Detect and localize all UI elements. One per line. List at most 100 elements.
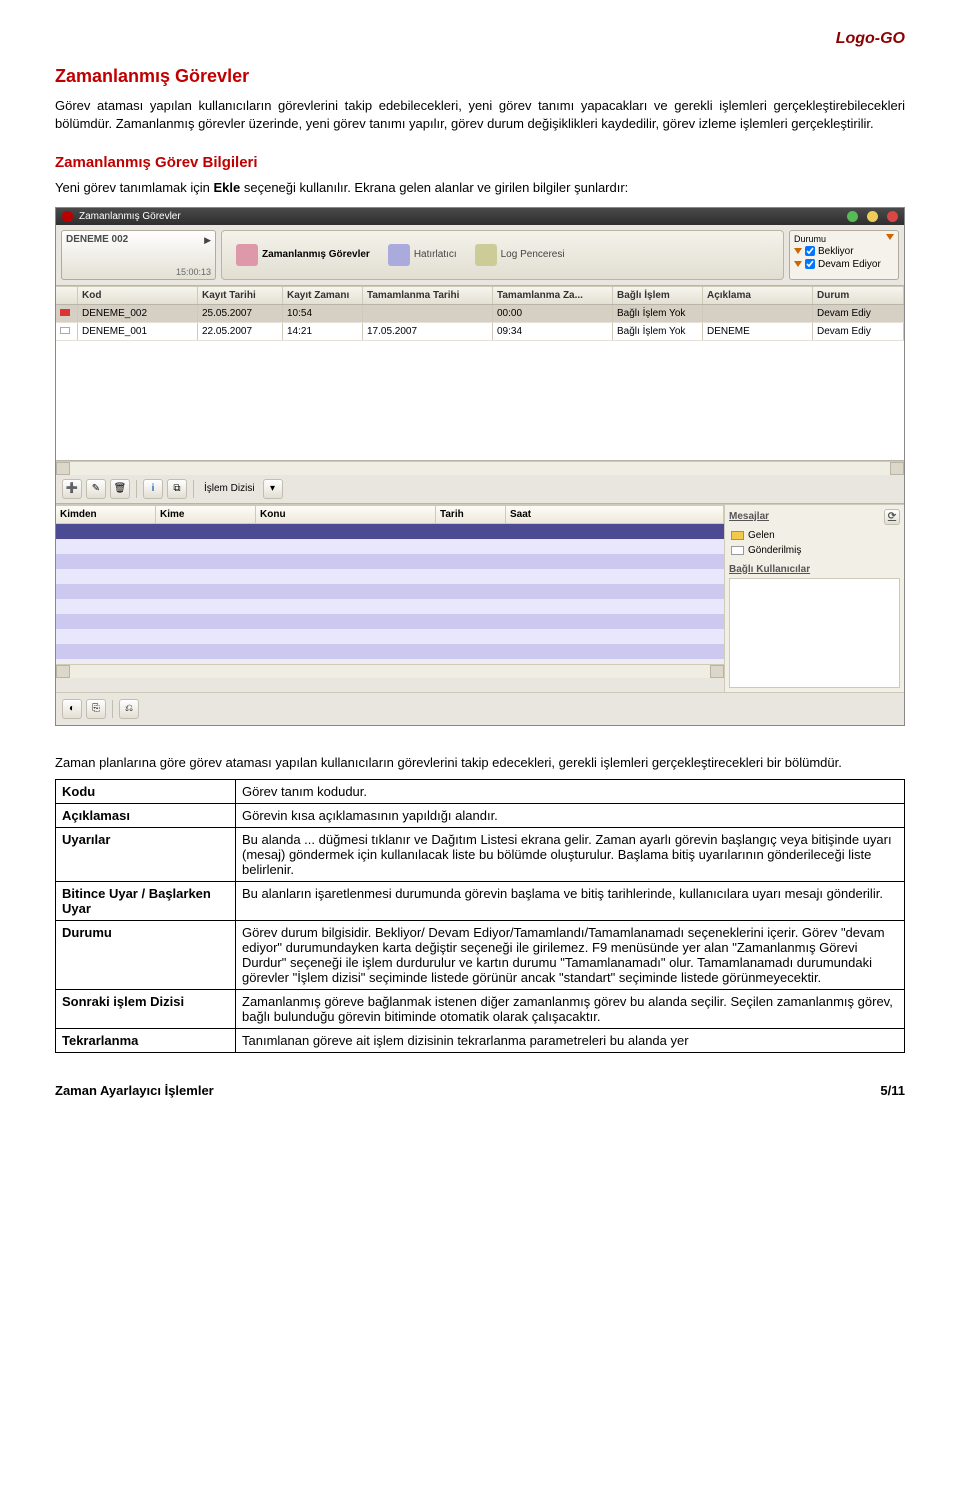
col-tamamlanma-tarihi[interactable]: Tamamlanma Tarihi <box>363 287 493 304</box>
task-card-label: DENEME 002 <box>66 234 211 245</box>
checkbox-label: Devam Ediyor <box>818 259 881 270</box>
status-filter-row[interactable]: Bekliyor <box>794 246 894 257</box>
status-filter-row[interactable]: Devam Ediyor <box>794 259 894 270</box>
col-kime[interactable]: Kime <box>156 506 256 523</box>
action-button[interactable]: ◐ <box>62 699 82 719</box>
action-button[interactable]: ⎌ <box>119 699 139 719</box>
horizontal-scrollbar[interactable] <box>56 664 724 678</box>
col-tamamlanma-zamani[interactable]: Tamamlanma Za... <box>493 287 613 304</box>
cell-kod: DENEME_002 <box>78 305 198 322</box>
inbox-label: Gelen <box>748 530 775 541</box>
table-row: UyarılarBu alanda ... düğmesi tıklanır v… <box>56 828 905 882</box>
checkbox-bekliyor[interactable] <box>805 246 815 256</box>
task-card[interactable]: DENEME 002 ▶ 15:00:13 <box>61 230 216 280</box>
messages-grid-body[interactable] <box>56 524 724 664</box>
field-name: Sonraki işlem Dizisi <box>56 990 236 1029</box>
cell-ac: DENEME <box>703 323 813 340</box>
cell-ac <box>703 305 813 322</box>
status-filter-panel: Durumu Bekliyor Devam Ediyor <box>789 230 899 280</box>
scroll-right-button[interactable] <box>710 665 724 678</box>
scroll-left-button[interactable] <box>56 462 70 475</box>
grid-header: Kod Kayıt Tarihi Kayıt Zamanı Tamamlanma… <box>56 286 904 305</box>
flag-icon <box>60 327 70 334</box>
field-description: Bu alanların işaretlenmesi durumunda gör… <box>236 882 905 921</box>
tab-reminder[interactable]: Hatırlatıcı <box>382 241 463 269</box>
col-kimden[interactable]: Kimden <box>56 506 156 523</box>
col-kayit-tarihi[interactable]: Kayıt Tarihi <box>198 287 283 304</box>
edit-button[interactable]: ✎ <box>86 479 106 499</box>
checkbox-devam[interactable] <box>805 259 815 269</box>
tab-label: Log Penceresi <box>501 249 565 260</box>
cell-tz: 00:00 <box>493 305 613 322</box>
info-button[interactable]: i <box>143 479 163 499</box>
cell-du: Devam Ediy <box>813 323 904 340</box>
tab-scheduled[interactable]: Zamanlanmış Görevler <box>230 241 376 269</box>
sent-label: Gönderilmiş <box>748 545 801 556</box>
col-tarih[interactable]: Tarih <box>436 506 506 523</box>
page-title: Zamanlanmış Görevler <box>55 66 905 87</box>
grid-empty-area[interactable] <box>56 341 904 461</box>
table-row[interactable]: DENEME_00225.05.200710:5400:00Bağlı İşle… <box>56 305 904 323</box>
main-tabs: Zamanlanmış Görevler Hatırlatıcı Log Pen… <box>221 230 784 280</box>
field-name: Durumu <box>56 921 236 990</box>
minimize-icon[interactable] <box>847 211 858 222</box>
copy-button[interactable]: ⧉ <box>167 479 187 499</box>
messages-grid-header: Kimden Kime Konu Tarih Saat <box>56 505 724 524</box>
field-description: Görev durum bilgisidir. Bekliyor/ Devam … <box>236 921 905 990</box>
inbox-item[interactable]: Gelen <box>729 528 900 543</box>
status-filter-title: Durumu <box>794 234 826 244</box>
field-name: Uyarılar <box>56 828 236 882</box>
field-description-table: KoduGörev tanım kodudur.AçıklamasıGörevi… <box>55 779 905 1053</box>
col-aciklama[interactable]: Açıklama <box>703 287 813 304</box>
delete-button[interactable]: 🗑 <box>110 479 130 499</box>
messages-side-panel: Mesajlar ⟳ Gelen Gönderilmiş Bağlı Kulla… <box>724 505 904 692</box>
table-row: Bitince Uyar / Başlarken UyarBu alanları… <box>56 882 905 921</box>
add-button[interactable]: ➕ <box>62 479 82 499</box>
field-description: Görevin kısa açıklamasının yapıldığı ala… <box>236 804 905 828</box>
refresh-button[interactable]: ⟳ <box>884 509 900 525</box>
footer-page-number: 5/11 <box>880 1083 905 1098</box>
play-icon[interactable]: ▶ <box>204 235 211 246</box>
cell-tz: 09:34 <box>493 323 613 340</box>
table-row: KoduGörev tanım kodudur. <box>56 780 905 804</box>
window-title: Zamanlanmış Görevler <box>79 211 181 222</box>
arrow-down-icon[interactable] <box>886 234 894 240</box>
cell-tt <box>363 305 493 322</box>
cell-bi: Bağlı İşlem Yok <box>613 305 703 322</box>
col-konu[interactable]: Konu <box>256 506 436 523</box>
toolbar: ➕ ✎ 🗑 i ⧉ İşlem Dizisi ▾ <box>56 475 904 504</box>
col-flag[interactable] <box>56 287 78 304</box>
col-bagli-islem[interactable]: Bağlı İşlem <box>613 287 703 304</box>
table-row: DurumuGörev durum bilgisidir. Bekliyor/ … <box>56 921 905 990</box>
scroll-right-button[interactable] <box>890 462 904 475</box>
app-window: Zamanlanmış Görevler DENEME 002 ▶ 15:00:… <box>55 207 905 726</box>
maximize-icon[interactable] <box>867 211 878 222</box>
paragraph: Zaman planlarına göre görev ataması yapı… <box>55 754 905 772</box>
linked-users-list[interactable] <box>729 578 900 688</box>
table-row[interactable]: DENEME_00122.05.200714:2117.05.200709:34… <box>56 323 904 341</box>
col-kayit-zamani[interactable]: Kayıt Zamanı <box>283 287 363 304</box>
close-icon[interactable] <box>887 211 898 222</box>
col-saat[interactable]: Saat <box>506 506 724 523</box>
sent-item[interactable]: Gönderilmiş <box>729 543 900 558</box>
bottom-toolbar: ◐ ⎘ ⎌ <box>56 692 904 725</box>
action-button[interactable]: ⎘ <box>86 699 106 719</box>
app-icon <box>62 211 73 222</box>
col-durum[interactable]: Durum <box>813 287 904 304</box>
scroll-left-button[interactable] <box>56 665 70 678</box>
section-title: Zamanlanmış Görev Bilgileri <box>55 154 905 171</box>
envelope-icon <box>731 531 744 540</box>
col-kod[interactable]: Kod <box>78 287 198 304</box>
arrow-down-icon <box>794 248 802 254</box>
footer-left: Zaman Ayarlayıcı İşlemler <box>55 1083 214 1098</box>
bold-text: Ekle <box>214 180 241 195</box>
field-description: Zamanlanmış göreve bağlanmak istenen diğ… <box>236 990 905 1029</box>
islem-dizisi-dropdown[interactable]: ▾ <box>263 479 283 499</box>
field-description: Tanımlanan göreve ait işlem dizisinin te… <box>236 1029 905 1053</box>
window-titlebar[interactable]: Zamanlanmış Görevler <box>56 208 904 225</box>
clipboard-icon <box>236 244 258 266</box>
horizontal-scrollbar[interactable] <box>56 461 904 475</box>
tab-log[interactable]: Log Penceresi <box>469 241 571 269</box>
linked-users-header: Bağlı Kullanıcılar <box>729 564 900 575</box>
database-icon <box>475 244 497 266</box>
